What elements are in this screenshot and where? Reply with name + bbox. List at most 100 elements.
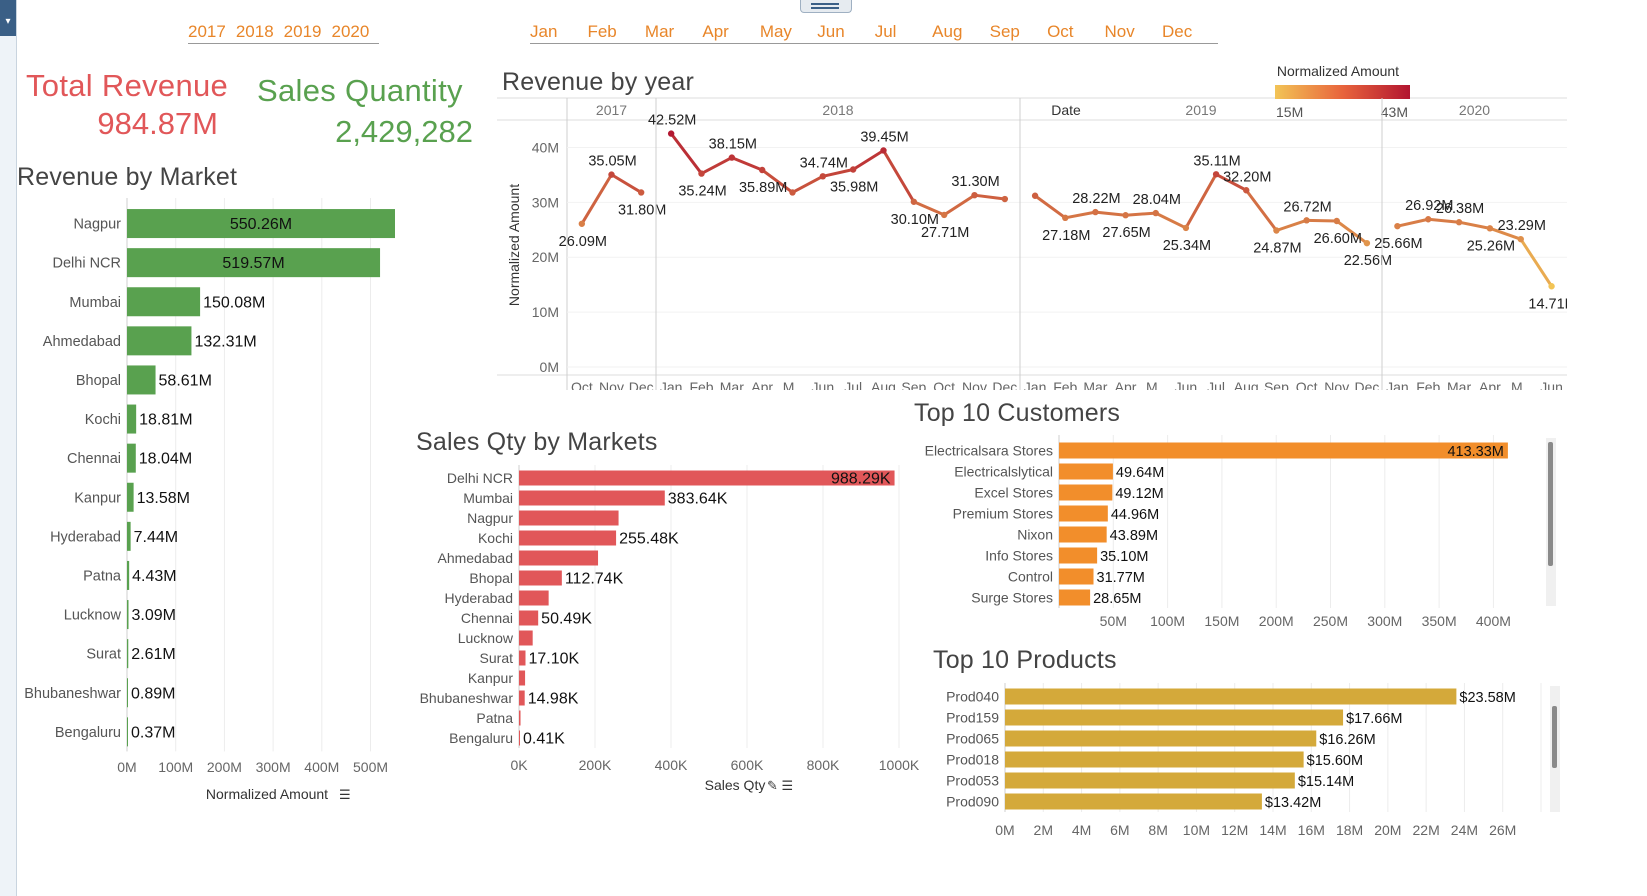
axis-title: Normalized Amount	[206, 786, 328, 802]
data-label: 413.33M	[1447, 444, 1503, 460]
bar	[127, 326, 192, 356]
bar	[1059, 568, 1094, 585]
category-label: Patna	[83, 569, 122, 585]
data-point	[1548, 283, 1555, 290]
y-axis-title: Normalized Amount	[506, 184, 522, 306]
month-filter-nov[interactable]: Nov	[1105, 22, 1161, 42]
bar	[127, 521, 131, 551]
data-label: 0.41K	[523, 730, 565, 747]
bar	[127, 287, 201, 317]
month-filter[interactable]: Jan Feb Mar Apr May Jun Jul Aug Sep Oct Nov Dec	[530, 22, 1218, 44]
category-label: Prod040	[946, 688, 999, 704]
category-label: Info Stores	[985, 547, 1053, 563]
data-label: 26.38M	[1436, 201, 1484, 217]
year-filter-2017[interactable]: 2017	[188, 22, 226, 42]
data-label: 132.31M	[194, 333, 256, 350]
data-point	[789, 189, 796, 196]
year-header: 2017	[596, 102, 627, 118]
line-segment	[580, 173, 613, 226]
year-filter-2019[interactable]: 2019	[284, 22, 322, 42]
tick-label: 10M	[1183, 822, 1210, 838]
month-filter-dec[interactable]: Dec	[1162, 22, 1218, 42]
month-filter-jan[interactable]: Jan	[530, 22, 586, 42]
line-segment	[1033, 194, 1067, 220]
tick-label: 150M	[1204, 613, 1239, 629]
category-label: Delhi NCR	[447, 470, 513, 486]
month-tick-label: Jul	[844, 379, 862, 390]
year-filter-2018[interactable]: 2018	[236, 22, 274, 42]
data-label: $15.60M	[1307, 753, 1363, 769]
month-tick-label: Oct	[1296, 379, 1318, 390]
date-header: Date	[1051, 102, 1081, 118]
products-scrollbar[interactable]	[1550, 686, 1560, 812]
month-filter-jul[interactable]: Jul	[875, 22, 931, 42]
line-segment	[1395, 217, 1430, 228]
category-label: Prod090	[946, 793, 999, 809]
collapse-panel-button[interactable]: ▾	[0, 0, 16, 36]
year-header: 2018	[822, 102, 853, 118]
tick-label: 350M	[1422, 613, 1457, 629]
data-point	[1062, 214, 1069, 222]
month-tick-label: Jan	[1024, 379, 1047, 390]
sort-icon: ☰	[339, 787, 351, 802]
data-label: 50.49K	[541, 610, 592, 627]
month-filter-apr[interactable]: Apr	[702, 22, 758, 42]
month-tick-label: Feb	[1053, 379, 1077, 390]
revenue-by-year-chart: Date 0M 10M 20M 30M 40M Normalized Amount Norma…	[497, 63, 1567, 390]
tick-label: 800K	[807, 757, 840, 773]
line-segment	[851, 148, 885, 172]
bar	[1059, 547, 1098, 564]
data-point	[667, 130, 675, 137]
tick-label: 200M	[207, 759, 242, 775]
category-label: Hyderabad	[445, 590, 514, 606]
line-segment	[669, 132, 703, 176]
data-label: 13.58M	[137, 490, 190, 507]
data-point	[1486, 225, 1494, 232]
y-tick-label: 10M	[532, 304, 559, 320]
year-header: 2019	[1185, 102, 1216, 118]
year-filter-2020[interactable]: 2020	[331, 22, 369, 42]
customers-scrollbar[interactable]	[1546, 438, 1556, 606]
month-filter-may[interactable]: May	[760, 22, 816, 42]
legend-color-ramp	[1275, 85, 1410, 99]
month-filter-mar[interactable]: Mar	[645, 22, 701, 42]
category-label: Bhopal	[76, 373, 121, 389]
top-products-title: Top 10 Products	[933, 646, 1117, 674]
tick-label: 200M	[1259, 613, 1294, 629]
year-filter[interactable]: 2017 2018 2019 2020	[188, 22, 380, 44]
month-filter-aug[interactable]: Aug	[932, 22, 988, 42]
category-label: Patna	[476, 710, 513, 726]
data-point	[880, 147, 887, 154]
tick-label: 100M	[1150, 613, 1185, 629]
drag-handle[interactable]	[800, 0, 852, 13]
data-label: 26.72M	[1283, 199, 1331, 215]
tick-label: 0M	[117, 759, 136, 775]
top-products-chart: Prod040 $23.58M Prod159 $17.66M Prod065 $16.2…	[946, 683, 1542, 838]
month-filter-feb[interactable]: Feb	[587, 22, 643, 42]
tick-label: 300M	[1367, 613, 1402, 629]
category-label: Surat	[480, 650, 514, 666]
category-label: Bhubaneshwar	[420, 690, 514, 706]
bar	[1059, 463, 1113, 480]
month-filter-jun[interactable]: Jun	[817, 22, 873, 42]
revenue-by-market-title: Revenue by Market	[17, 163, 238, 191]
data-label: $13.42M	[1265, 795, 1321, 811]
bar	[1059, 505, 1108, 522]
bar	[1005, 772, 1295, 789]
tick-label: 24M	[1451, 822, 1478, 838]
data-label: $17.66M	[1346, 711, 1402, 727]
month-filter-oct[interactable]: Oct	[1047, 22, 1103, 42]
category-label: Excel Stores	[974, 484, 1053, 500]
data-label: 35.89M	[739, 180, 787, 196]
bar	[127, 365, 156, 395]
data-point	[608, 171, 615, 178]
data-label: 26.60M	[1314, 231, 1362, 247]
tick-label: 200K	[579, 757, 612, 773]
top-customers-title: Top 10 Customers	[914, 399, 1121, 427]
data-point	[1303, 217, 1310, 224]
month-filter-sep[interactable]: Sep	[990, 22, 1046, 42]
total-revenue-title: Total Revenue	[26, 68, 229, 103]
bar	[519, 710, 521, 726]
data-label: 27.65M	[1102, 225, 1150, 241]
bar	[519, 610, 539, 626]
